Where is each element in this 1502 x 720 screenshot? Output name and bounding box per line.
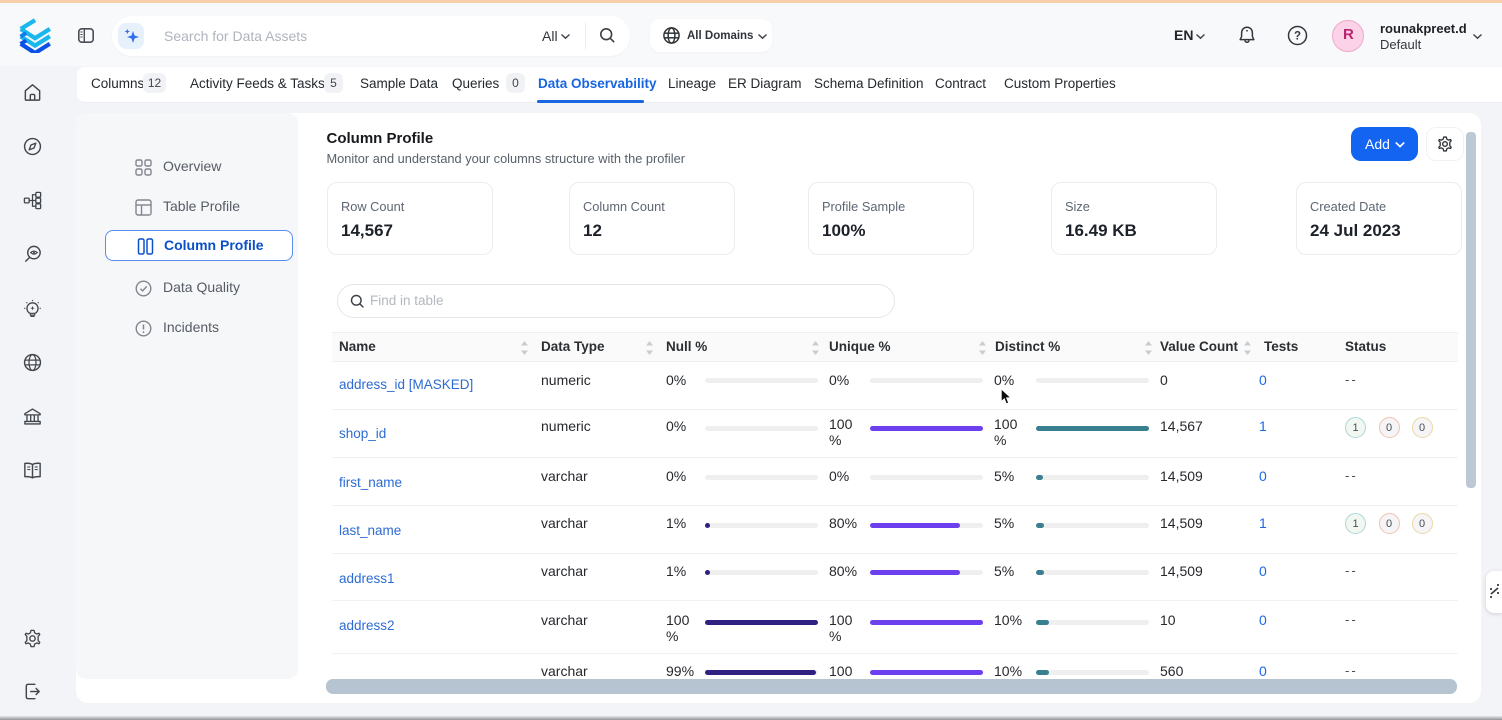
svg-text:?: ? — [1294, 31, 1301, 43]
